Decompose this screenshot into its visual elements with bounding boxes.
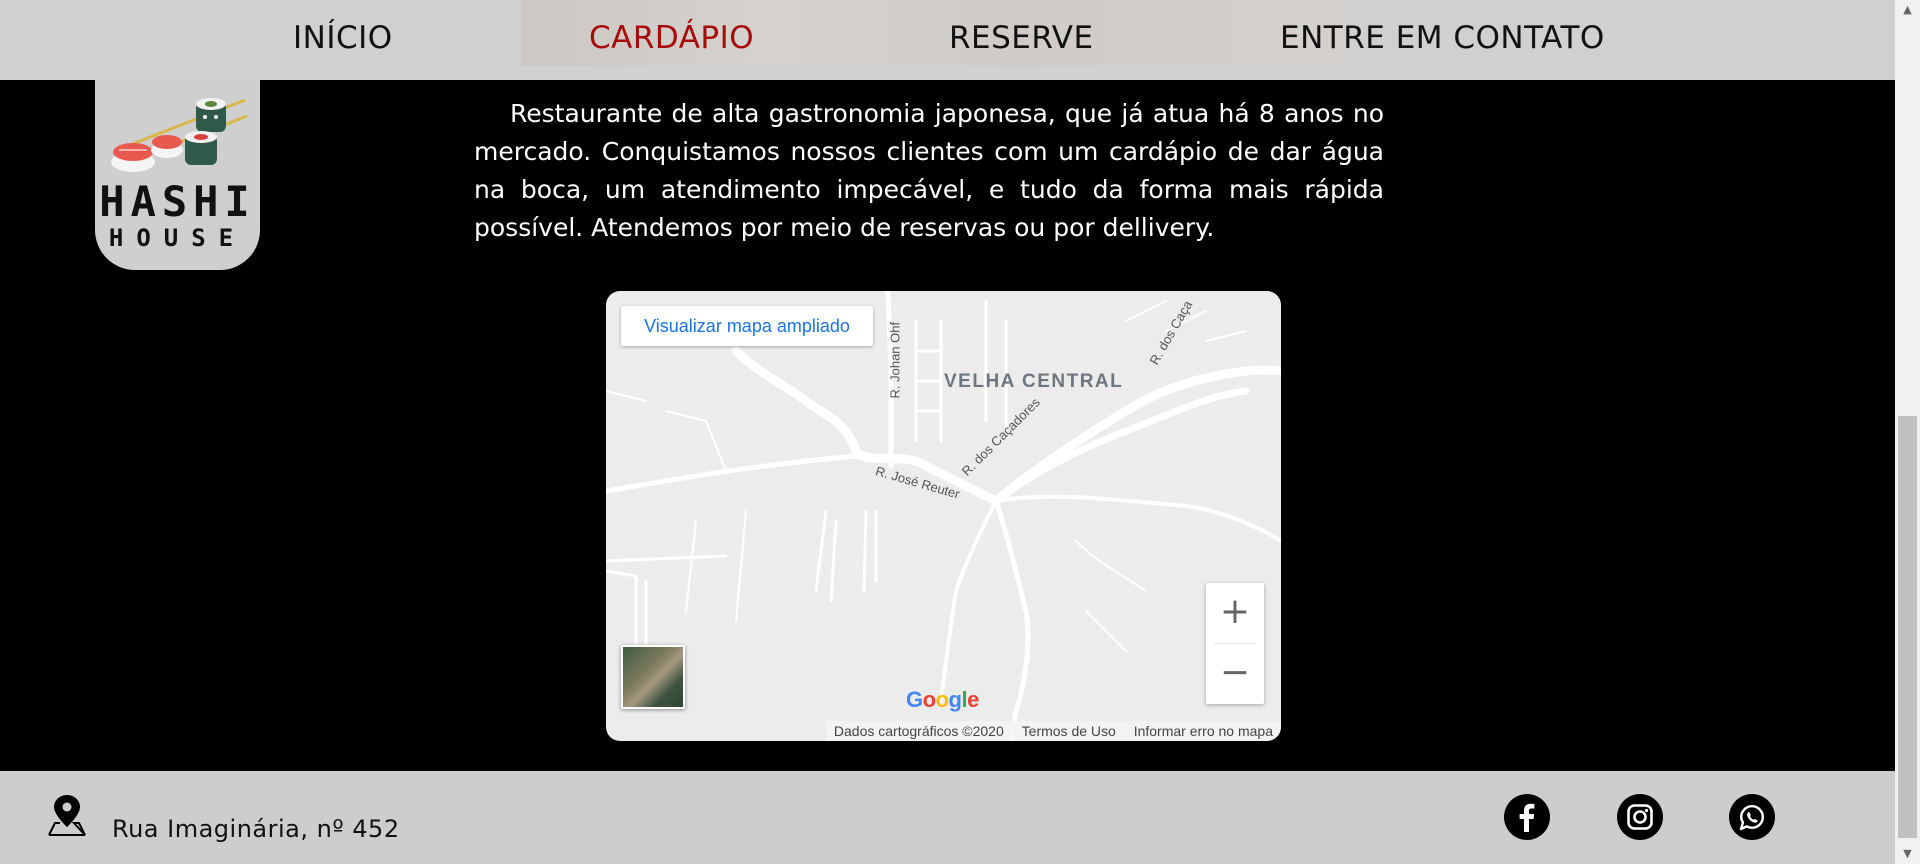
- google-letter: e: [967, 687, 979, 712]
- vertical-scrollbar[interactable]: ▲ ▼: [1895, 0, 1920, 864]
- top-navigation: INÍCIO CARDÁPIO RESERVE ENTRE EM CONTATO: [0, 0, 1895, 80]
- logo-text-house: HOUSE: [108, 224, 247, 252]
- footer-address: Rua Imaginária, nº 452: [112, 815, 400, 843]
- whatsapp-icon[interactable]: [1729, 794, 1775, 840]
- zoom-in-button[interactable]: +: [1206, 583, 1264, 643]
- zoom-control: + −: [1206, 583, 1264, 704]
- map-data-attribution[interactable]: Dados cartográficos ©2020: [834, 723, 1004, 739]
- facebook-icon[interactable]: [1504, 794, 1550, 840]
- map-terms-link[interactable]: Termos de Uso: [1022, 723, 1116, 739]
- embedded-map[interactable]: Visualizar mapa ampliado VELHA CENTRAL R…: [606, 291, 1281, 741]
- location-pin-icon: [48, 795, 86, 836]
- scroll-down-arrow[interactable]: ▼: [1895, 844, 1920, 864]
- google-letter: g: [948, 687, 962, 712]
- map-area-label: VELHA CENTRAL: [944, 371, 1124, 392]
- map-attribution-bar: Dados cartográficos ©2020 Termos de Uso …: [825, 721, 1281, 741]
- satellite-toggle[interactable]: [621, 645, 685, 709]
- zoom-out-button[interactable]: −: [1206, 644, 1264, 704]
- google-letter: o: [935, 687, 949, 712]
- google-logo: Google: [906, 687, 979, 713]
- nav-link-inicio[interactable]: INÍCIO: [293, 16, 393, 60]
- nav-link-cardapio[interactable]: CARDÁPIO: [589, 16, 754, 60]
- footer: Rua Imaginária, nº 452: [0, 771, 1895, 864]
- logo-text-hashi: HASHI: [99, 177, 256, 226]
- sushi-mascot-icon: [111, 98, 248, 172]
- nav-link-reserve[interactable]: RESERVE: [949, 16, 1094, 60]
- view-larger-map-link[interactable]: Visualizar mapa ampliado: [621, 306, 873, 346]
- map-roads: [606, 291, 1281, 741]
- google-letter: o: [922, 687, 936, 712]
- scrollbar-thumb[interactable]: [1898, 416, 1917, 838]
- nav-link-contato[interactable]: ENTRE EM CONTATO: [1280, 16, 1605, 60]
- map-report-error-link[interactable]: Informar erro no mapa: [1134, 723, 1273, 739]
- instagram-icon[interactable]: [1617, 794, 1663, 840]
- scroll-up-arrow[interactable]: ▲: [1895, 0, 1920, 20]
- hashi-house-logo[interactable]: HASHI HOUSE: [95, 80, 260, 270]
- google-letter: G: [906, 687, 923, 712]
- restaurant-description: Restaurante de alta gastronomia japonesa…: [474, 99, 1384, 242]
- street-label-johan-ohf: R. Johan Ohf: [887, 321, 903, 399]
